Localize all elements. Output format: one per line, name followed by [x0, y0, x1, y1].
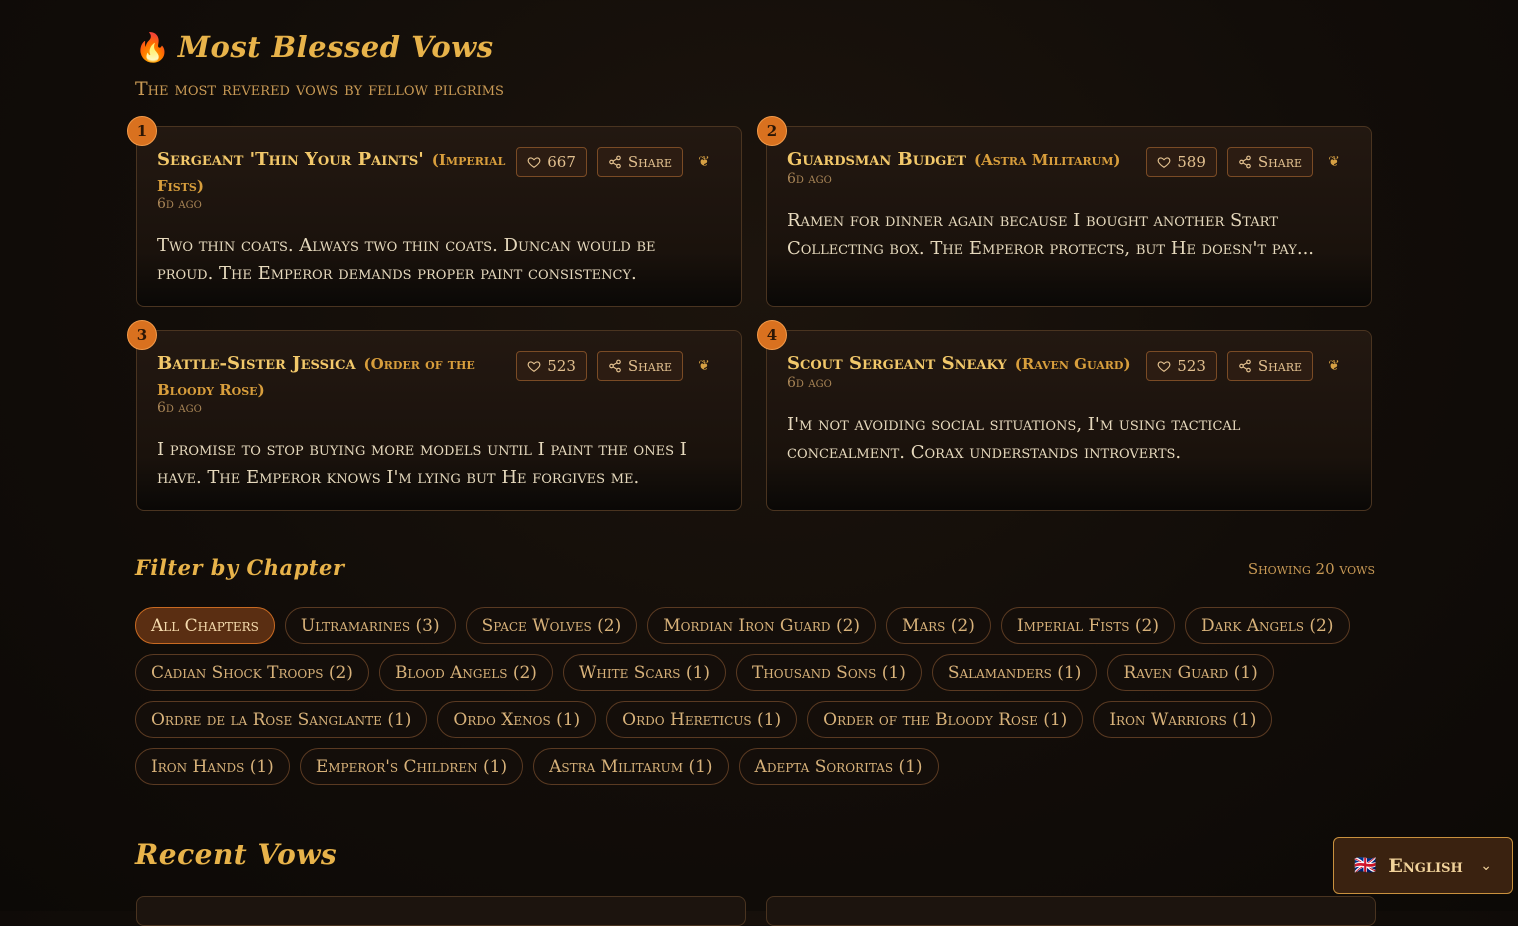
- recent-vow-card: [136, 896, 746, 926]
- rank-badge: 4: [757, 320, 787, 350]
- like-count: 523: [547, 357, 576, 375]
- vow-chapter: (Astra Militarum): [974, 151, 1121, 169]
- heart-icon: [527, 157, 541, 168]
- chapter-chip[interactable]: Cadian Shock Troops (2): [135, 654, 369, 691]
- like-button[interactable]: 523: [1146, 351, 1217, 381]
- vow-actions: 523 Share ❦: [1146, 351, 1345, 381]
- share-button[interactable]: Share: [596, 147, 683, 177]
- chapter-chip[interactable]: Raven Guard (1): [1107, 654, 1274, 691]
- filter-title: Filter by Chapter: [135, 555, 345, 580]
- share-icon: [609, 155, 621, 169]
- chapter-chip[interactable]: Imperial Fists (2): [1000, 607, 1175, 644]
- top-vows-subtitle: The most revered vows by fellow pilgrims: [135, 78, 504, 100]
- vow-chapter: (Raven Guard): [1014, 355, 1131, 373]
- heart-icon: [1157, 157, 1171, 168]
- vow-author-line: Sergeant 'Thin Your Paints' (Imperial Fis…: [157, 147, 517, 199]
- rank-badge: 3: [127, 320, 157, 350]
- chapter-chip[interactable]: Astra Militarum (1): [533, 748, 729, 785]
- vow-time: 6d ago: [787, 375, 832, 391]
- recent-vows-title: Recent Vows: [135, 838, 338, 871]
- share-button[interactable]: Share: [1226, 351, 1313, 381]
- like-button[interactable]: 667: [516, 147, 587, 177]
- vow-author: Battle-Sister Jessica: [157, 353, 356, 374]
- heart-icon: [1157, 361, 1171, 372]
- chapter-chip[interactable]: Blood Angels (2): [378, 654, 553, 691]
- share-label: Share: [1257, 357, 1302, 375]
- vow-actions: 589 Share ❦: [1146, 147, 1345, 177]
- chevron-down-icon: ⌄: [1480, 857, 1492, 874]
- aquila-icon[interactable]: ❦: [693, 358, 715, 374]
- vow-card: Guardsman Budget (Astra Militarum) 6d ago…: [766, 126, 1372, 307]
- chapter-chip[interactable]: Salamanders (1): [931, 654, 1098, 691]
- like-button[interactable]: 589: [1146, 147, 1217, 177]
- language-label: English: [1388, 854, 1463, 877]
- vow-author: Guardsman Budget: [787, 149, 966, 170]
- aquila-icon[interactable]: ❦: [693, 154, 715, 170]
- chapter-chip[interactable]: Mordian Iron Guard (2): [647, 607, 877, 644]
- chapter-chip[interactable]: Ordo Xenos (1): [437, 701, 597, 738]
- chapter-chip[interactable]: Order of the Bloody Rose (1): [807, 701, 1084, 738]
- uk-flag-icon: 🇬🇧: [1354, 855, 1377, 876]
- chapter-filter-chips: All Chapters Ultramarines (3) Space Wolves…: [135, 607, 1375, 785]
- vow-card: Battle-Sister Jessica (Order of the Blood…: [136, 330, 742, 511]
- vow-author-line: Scout Sergeant Sneaky (Raven Guard): [787, 351, 1157, 377]
- like-button[interactable]: 523: [516, 351, 587, 381]
- language-selector[interactable]: 🇬🇧 English ⌄: [1333, 837, 1513, 894]
- share-label: Share: [627, 357, 672, 375]
- vow-author: Sergeant 'Thin Your Paints': [157, 149, 424, 170]
- aquila-icon[interactable]: ❦: [1323, 154, 1345, 170]
- vow-actions: 667 Share ❦: [516, 147, 715, 177]
- like-count: 589: [1177, 153, 1206, 171]
- like-count: 523: [1177, 357, 1206, 375]
- share-label: Share: [1257, 153, 1302, 171]
- vow-actions: 523 Share ❦: [516, 351, 715, 381]
- flame-icon: 🔥: [135, 30, 170, 64]
- vow-author-line: Battle-Sister Jessica (Order of the Blood…: [157, 351, 517, 403]
- vow-time: 6d ago: [787, 171, 832, 187]
- share-label: Share: [627, 153, 672, 171]
- chapter-chip[interactable]: Thousand Sons (1): [736, 654, 922, 691]
- chapter-chip[interactable]: All Chapters: [135, 607, 275, 644]
- share-icon: [1239, 359, 1251, 373]
- vow-text: I'm not avoiding social situations, I'm …: [787, 414, 1241, 463]
- chapter-chip[interactable]: Space Wolves (2): [465, 607, 638, 644]
- heart-icon: [527, 361, 541, 372]
- share-icon: [1239, 155, 1251, 169]
- rank-badge: 1: [127, 116, 157, 146]
- share-button[interactable]: Share: [1226, 147, 1313, 177]
- vow-count: Showing 20 vows: [1247, 560, 1375, 578]
- chapter-chip[interactable]: White Scars (1): [562, 654, 726, 691]
- chapter-chip[interactable]: Iron Warriors (1): [1093, 701, 1273, 738]
- chapter-chip[interactable]: Emperor's Children (1): [299, 748, 524, 785]
- chapter-chip[interactable]: Ordo Hereticus (1): [606, 701, 798, 738]
- vow-time: 6d ago: [157, 400, 202, 416]
- share-icon: [609, 359, 621, 373]
- vow-time: 6d ago: [157, 196, 202, 212]
- rank-badge: 2: [757, 116, 787, 146]
- share-button[interactable]: Share: [596, 351, 683, 381]
- vow-author-line: Guardsman Budget (Astra Militarum): [787, 147, 1157, 173]
- vow-text: Two thin coats. Always two thin coats. D…: [157, 235, 656, 284]
- chapter-chip[interactable]: Dark Angels (2): [1185, 607, 1350, 644]
- vow-card: Scout Sergeant Sneaky (Raven Guard) 6d ag…: [766, 330, 1372, 511]
- chapter-chip[interactable]: Mars (2): [886, 607, 991, 644]
- vow-text: I promise to stop buying more models unt…: [157, 439, 687, 488]
- chapter-chip[interactable]: Ordre de la Rose Sanglante (1): [135, 701, 428, 738]
- recent-vow-card: [766, 896, 1376, 926]
- chapter-chip[interactable]: Iron Hands (1): [135, 748, 290, 785]
- chapter-chip[interactable]: Adepta Sororitas (1): [738, 748, 939, 785]
- chapter-chip[interactable]: Ultramarines (3): [284, 607, 456, 644]
- top-vows-title: Most Blessed Vows: [177, 30, 494, 64]
- aquila-icon[interactable]: ❦: [1323, 358, 1345, 374]
- like-count: 667: [547, 153, 576, 171]
- vow-card: Sergeant 'Thin Your Paints' (Imperial Fis…: [136, 126, 742, 307]
- vow-author: Scout Sergeant Sneaky: [787, 353, 1007, 374]
- vow-text: Ramen for dinner again because I bought …: [787, 210, 1315, 259]
- top-vows-heading: 🔥 Most Blessed Vows: [135, 30, 494, 64]
